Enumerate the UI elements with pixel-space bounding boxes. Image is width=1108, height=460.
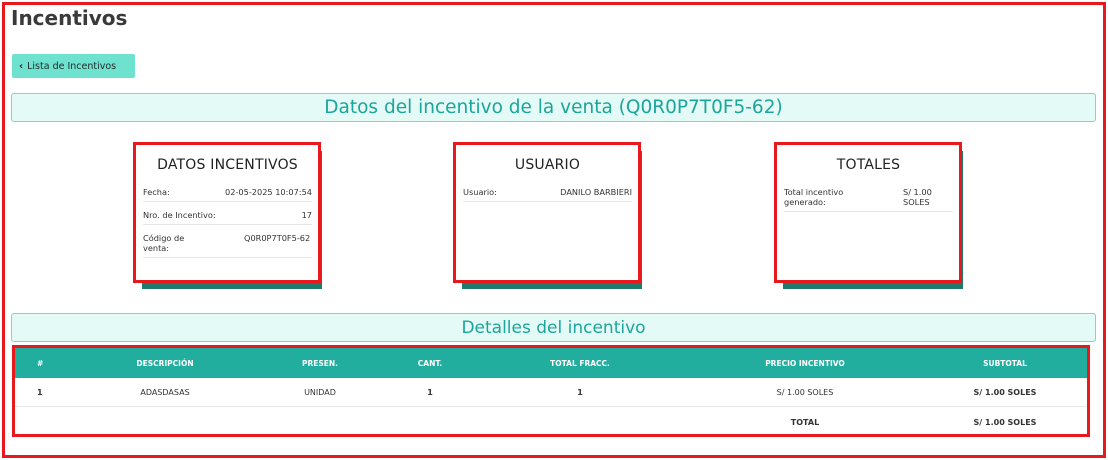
field-nro-incentivo: Nro. de Incentivo: 17 [143,208,312,225]
card-body: DATOS INCENTIVOS Fecha: 02-05-2025 10:07… [133,142,321,283]
header-cell: # [37,358,44,368]
section-header-details: Detalles del incentivo [11,313,1096,342]
header-cell: CANT. [417,358,443,368]
header-cell: TOTAL FRACC. [550,358,610,368]
header-cell: SUBTOTAL [983,358,1027,368]
field-label: Fecha: [143,187,170,197]
section-title: Detalles del incentivo [461,317,646,338]
card-title: TOTALES [836,157,901,173]
field-fecha: Fecha: 02-05-2025 10:07:54 [143,185,312,202]
field-value: 17 [301,210,312,220]
table-cell: S/ 1.00 SOLES [973,387,1037,397]
total-value: S/ 1.00 SOLES [973,418,1037,427]
field-total-incentivo: Total incentivo generado: S/ 1.00 SOLES [784,185,953,212]
details-table: # DESCRIPCIÓN PRESEN. CANT. TOTAL FRACC.… [12,345,1090,437]
section-title: Datos del incentivo de la venta (Q0R0P7T… [324,97,783,118]
page-title: Incentivos [11,6,128,30]
table-cell: 1 [427,387,433,397]
field-codigo-venta: Código de venta: Q0R0P7T0F5-62 [143,231,312,258]
total-label: TOTAL [790,418,820,427]
table-row: 1 ADASDASAS UNIDAD 1 1 S/ 1.00 SOLES S/ … [15,378,1087,407]
back-to-list-button[interactable]: ‹ Lista de Incentivos [12,54,135,78]
table-cell: 1 [577,387,583,397]
field-value: DANILO BARBIERI [560,187,632,197]
header-cell: DESCRIPCIÓN [136,358,194,368]
field-usuario: Usuario: DANILO BARBIERI [463,185,632,202]
back-button-label: Lista de Incentivos [27,60,117,72]
table-cell: 1 [37,387,43,397]
table-cell: ADASDASAS [140,387,190,397]
table-cell: S/ 1.00 SOLES [776,387,834,397]
table-cell: UNIDAD [304,387,336,397]
field-value: Q0R0P7T0F5-62 [244,233,311,243]
header-cell: PRECIO INCENTIVO [765,358,845,368]
card-usuario: USUARIO Usuario: DANILO BARBIERI [453,142,642,289]
header-cell: PRESEN. [301,358,339,368]
card-body: USUARIO Usuario: DANILO BARBIERI [453,142,641,283]
field-value: 02-05-2025 10:07:54 [225,187,312,197]
table-total-row: TOTAL S/ 1.00 SOLES [15,408,1087,437]
field-label: Código de venta: [143,233,185,253]
field-label: Usuario: [463,187,497,197]
field-value: S/ 1.00 SOLES [903,187,932,207]
card-datos-incentivos: DATOS INCENTIVOS Fecha: 02-05-2025 10:07… [133,142,322,289]
field-label: Total incentivo generado: [784,187,844,207]
card-totales: TOTALES Total incentivo generado: S/ 1.0… [774,142,963,289]
field-label: Nro. de Incentivo: [143,210,216,220]
section-header-incentive: Datos del incentivo de la venta (Q0R0P7T… [11,93,1096,122]
chevron-left-icon: ‹ [19,60,24,72]
card-title: DATOS INCENTIVOS [157,157,298,173]
card-body: TOTALES Total incentivo generado: S/ 1.0… [774,142,962,283]
card-title: USUARIO [514,157,581,173]
table-header: # DESCRIPCIÓN PRESEN. CANT. TOTAL FRACC.… [15,348,1087,378]
